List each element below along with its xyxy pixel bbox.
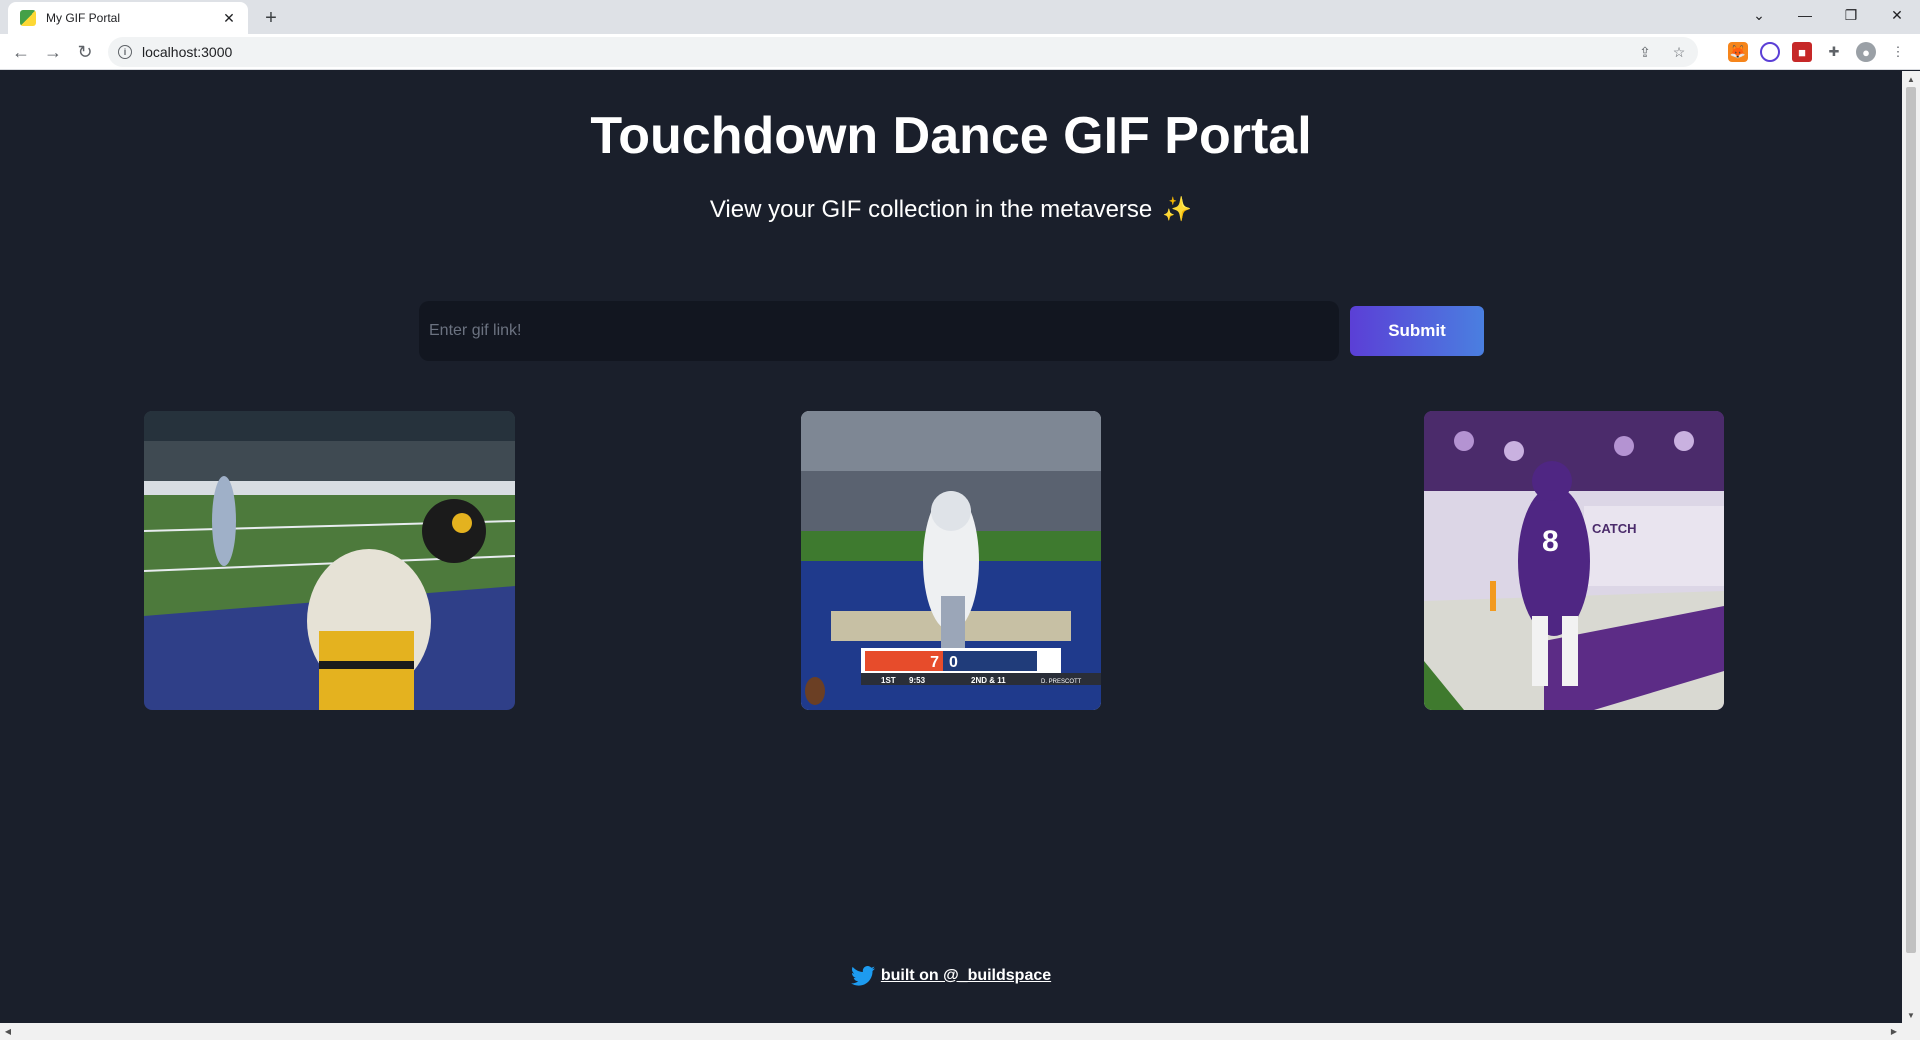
metamask-extension-icon[interactable]: 🦊 (1728, 42, 1748, 62)
browser-tab[interactable]: My GIF Portal ✕ (8, 2, 248, 34)
close-tab-icon[interactable]: ✕ (220, 9, 238, 27)
page-content: Touchdown Dance GIF Portal View your GIF… (0, 71, 1902, 1023)
url-text: localhost:3000 (142, 44, 233, 60)
browser-menu-icon[interactable]: ⋮ (1888, 42, 1908, 62)
browser-toolbar: ← → ↻ i localhost:3000 ⇪ ☆ (0, 34, 1920, 70)
extensions-puzzle-icon[interactable]: ✚ (1824, 42, 1844, 62)
new-tab-icon[interactable]: + (259, 6, 283, 30)
player-text: D. PRESCOTT (1041, 679, 1082, 685)
gif-steelers-image (144, 411, 515, 710)
reload-icon[interactable]: ↻ (71, 38, 99, 66)
forward-icon[interactable]: → (39, 38, 67, 66)
gif-item: CATCH 8 (1424, 411, 1724, 710)
scroll-down-icon[interactable]: ▼ (1902, 1007, 1920, 1023)
down-text: 2ND & 11 (971, 676, 1006, 685)
gif-link-input[interactable] (419, 301, 1339, 361)
banner-text: CATCH (1592, 521, 1637, 536)
buildspace-link[interactable]: built on @_buildspace (881, 967, 1051, 985)
footer: built on @_buildspace (0, 966, 1902, 986)
sparkles-icon: ✨ (1162, 196, 1193, 223)
favicon-icon (20, 10, 36, 26)
scrollbar-thumb[interactable] (1906, 87, 1916, 953)
scroll-left-icon[interactable]: ◀ (0, 1023, 16, 1040)
extension-circle-icon[interactable] (1760, 42, 1780, 62)
vertical-scrollbar[interactable]: ▲ ▼ (1902, 71, 1920, 1023)
address-bar[interactable]: i localhost:3000 ⇪ ☆ (108, 37, 1698, 67)
restore-icon[interactable]: ❐ (1828, 0, 1874, 30)
gif-item: 7 0 1ST 9:53 2ND & 11 D. PRESCOTT (801, 411, 1101, 710)
subtitle-text: View your GIF collection in the metavers… (709, 196, 1153, 223)
extension-red-icon[interactable]: ■ (1792, 42, 1812, 62)
tab-search-icon[interactable]: ⌄ (1736, 0, 1782, 30)
page-subtitle: View your GIF collection in the metavers… (0, 195, 1902, 224)
score-home: 0 (949, 654, 958, 671)
score-away: 7 (930, 654, 939, 671)
profile-avatar-icon[interactable]: ● (1856, 42, 1876, 62)
minimize-icon[interactable]: — (1782, 0, 1828, 30)
browser-tabstrip: My GIF Portal ✕ + ⌄ — ❐ ✕ (0, 0, 1920, 34)
tab-title: My GIF Portal (46, 11, 121, 25)
quarter-text: 1ST (881, 676, 896, 685)
scroll-right-icon[interactable]: ▶ (1886, 1023, 1902, 1040)
gif-vikings-image: CATCH 8 (1424, 411, 1724, 710)
window-close-icon[interactable]: ✕ (1874, 0, 1920, 30)
submit-button[interactable]: Submit (1350, 306, 1484, 356)
gif-cowboys-image: 7 0 1ST 9:53 2ND & 11 D. PRESCOTT (801, 411, 1101, 710)
twitter-icon (850, 966, 875, 986)
scroll-up-icon[interactable]: ▲ (1902, 71, 1920, 87)
share-icon[interactable]: ⇪ (1636, 43, 1654, 61)
page-title: Touchdown Dance GIF Portal (590, 107, 1312, 165)
bookmark-star-icon[interactable]: ☆ (1670, 43, 1688, 61)
jersey-number: 8 (1542, 525, 1559, 558)
site-info-icon[interactable]: i (118, 45, 132, 59)
back-icon[interactable]: ← (7, 38, 35, 66)
gif-item (144, 411, 515, 710)
horizontal-scrollbar[interactable]: ◀ ▶ (0, 1023, 1920, 1040)
clock-text: 9:53 (909, 676, 926, 685)
